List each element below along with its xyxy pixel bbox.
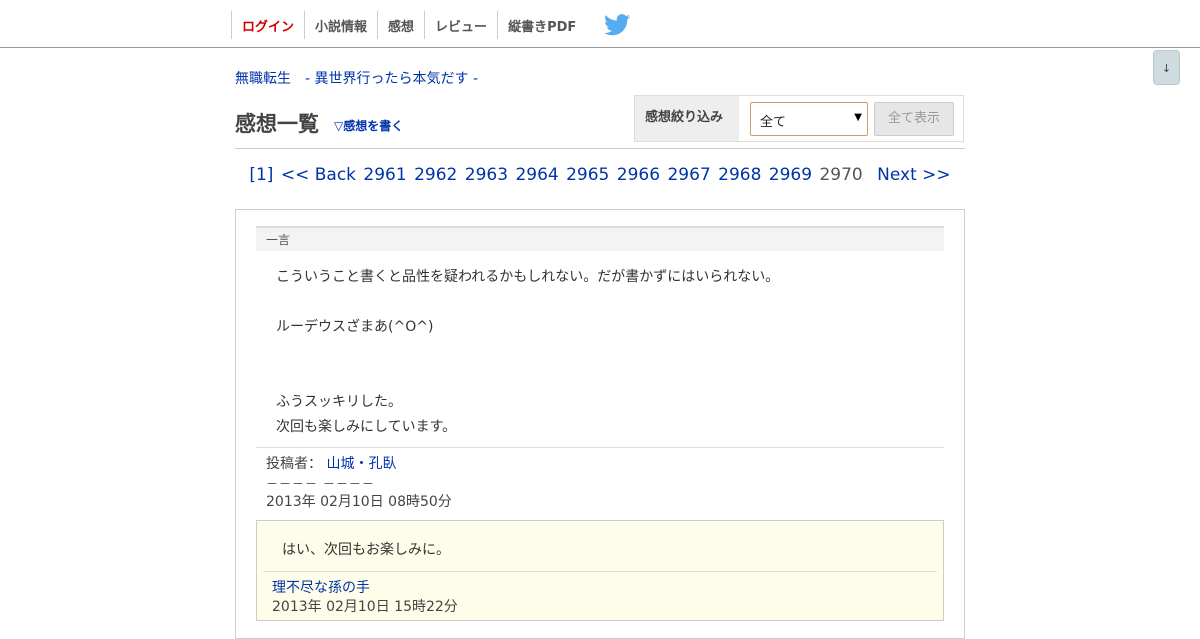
pager-back[interactable]: << Back	[281, 165, 356, 185]
poster-dashes: －－－－ －－－－	[266, 477, 375, 491]
comment-line: ふうスッキリした。	[276, 394, 402, 410]
pager-current-page: 2970	[819, 165, 863, 185]
pager-page[interactable]: 2962	[414, 165, 457, 185]
impression-card: 一言 こういうこと書くと品性を疑われるかもしれない。だが書かずにはいられない。 …	[235, 209, 965, 639]
poster-name-link[interactable]: 山城・孔臥	[326, 456, 396, 472]
pager-page[interactable]: 2961	[363, 165, 406, 185]
nav-login[interactable]: ログイン	[231, 11, 304, 39]
dropdown-arrow-icon: ▼	[854, 112, 862, 123]
poster: 投稿者： 山城・孔臥	[266, 453, 396, 473]
write-impression-link[interactable]: ▽感想を書く	[334, 117, 403, 134]
nav-novel-info[interactable]: 小説情報	[304, 11, 377, 39]
nav-impressions[interactable]: 感想	[377, 11, 424, 39]
poster-label: 投稿者：	[266, 456, 322, 472]
site-header: ログイン 小説情報 感想 レビュー 縦書きPDF	[0, 0, 1200, 48]
pagination: [1] << Back 2961 2962 2963 2964 2965 296…	[0, 165, 1200, 185]
nav-review[interactable]: レビュー	[424, 11, 497, 39]
twitter-icon[interactable]	[604, 14, 631, 36]
pager-page[interactable]: 2964	[515, 165, 558, 185]
pager-page[interactable]: 2963	[465, 165, 508, 185]
novel-title-link[interactable]: 無職転生 - 異世界行ったら本気だす -	[235, 68, 478, 88]
nav-vertical-pdf[interactable]: 縦書きPDF	[497, 11, 586, 39]
reply-date: 2013年 02月10日 15時22分	[272, 599, 458, 615]
post-date: 2013年 02月10日 08時50分	[266, 494, 452, 510]
comment-line: ルーデウスざまあ(^O^)	[276, 319, 434, 335]
show-all-button[interactable]: 全て表示	[874, 102, 954, 136]
pager-page[interactable]: 2969	[769, 165, 812, 185]
comment-divider	[256, 447, 944, 448]
pager-page[interactable]: 2966	[617, 165, 660, 185]
top-nav: ログイン 小説情報 感想 レビュー 縦書きPDF	[231, 11, 631, 39]
pager-next[interactable]: Next >>	[877, 165, 951, 185]
section-label: 一言	[256, 226, 944, 251]
impression-filter: 感想絞り込み 全て ▼ 全て表示	[634, 95, 964, 142]
filter-select[interactable]: 全て ▼	[750, 102, 868, 136]
comment-line: こういうこと書くと品性を疑われるかもしれない。だが書かずにはいられない。	[276, 269, 780, 285]
pager-page[interactable]: 2968	[718, 165, 761, 185]
page-title: 感想一覧	[235, 112, 319, 136]
pager-page[interactable]: 2967	[667, 165, 710, 185]
filter-label: 感想絞り込み	[635, 96, 739, 141]
filter-selected-value: 全て	[760, 115, 787, 130]
pager-page[interactable]: 2965	[566, 165, 609, 185]
heading-divider	[235, 148, 965, 149]
reply-divider	[263, 571, 937, 572]
pager-first[interactable]: [1]	[249, 165, 273, 185]
reply-text: はい、次回もお楽しみに。	[282, 542, 450, 558]
reply-author-link[interactable]: 理不尽な孫の手	[272, 577, 370, 597]
scroll-down-button[interactable]: ↓	[1153, 50, 1180, 85]
author-reply: はい、次回もお楽しみに。 理不尽な孫の手 2013年 02月10日 15時22分	[256, 520, 944, 621]
comment-line: 次回も楽しみにしています。	[276, 419, 457, 435]
